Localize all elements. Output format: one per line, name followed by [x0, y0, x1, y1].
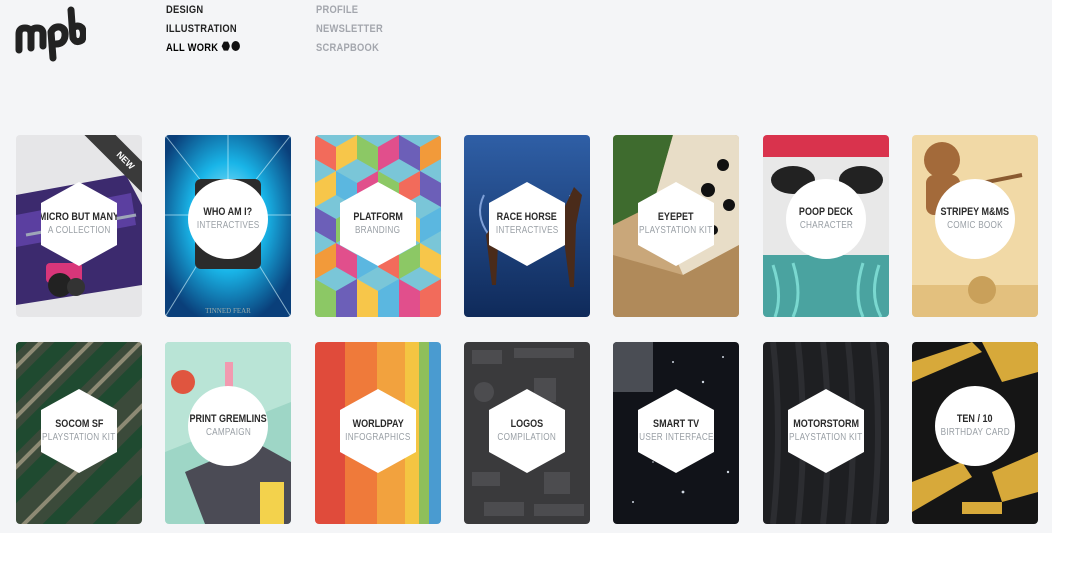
nav-profile[interactable]: PROFILE	[316, 2, 383, 21]
project-title: WHO AM I?	[203, 206, 253, 218]
project-subtitle: CAMPAIGN	[205, 427, 251, 438]
project-subtitle: PLAYSTATION KIT	[789, 432, 863, 443]
secondary-nav: PROFILE NEWSLETTER SCRAPBOOK	[316, 2, 395, 59]
project-card-logos[interactable]: LOGOS COMPILATION	[464, 342, 590, 524]
project-subtitle: INTERACTIVES	[495, 225, 559, 236]
project-badge: WHO AM I? INTERACTIVES	[188, 179, 268, 259]
project-badge: STRIPEY M&MS COMIC BOOK	[935, 179, 1015, 259]
project-title: PLATFORM	[353, 211, 403, 223]
project-card-print-gremlins[interactable]: PRINT GREMLINS CAMPAIGN	[165, 342, 291, 524]
project-subtitle: USER INTERFACE	[638, 432, 714, 443]
project-title: RACE HORSE	[496, 211, 558, 223]
project-subtitle: INFOGRAPHICS	[345, 432, 411, 443]
project-subtitle: PLAYSTATION KIT	[42, 432, 116, 443]
art-caption: TINNED FEAR	[205, 307, 251, 315]
nav-scrapbook[interactable]: SCRAPBOOK	[316, 40, 383, 59]
project-title: MOTORSTORM	[793, 418, 859, 430]
project-badge: POOP DECK CHARACTER	[786, 179, 866, 259]
nav-design[interactable]: DESIGN	[166, 2, 242, 21]
mpb-logo[interactable]: mpb	[14, 6, 86, 62]
nav-illustration[interactable]: ILLUSTRATION	[166, 21, 242, 40]
project-card-motorstorm[interactable]: MOTORSTORM PLAYSTATION KIT	[763, 342, 889, 524]
primary-nav: DESIGN ILLUSTRATION ALL WORK	[166, 2, 255, 59]
nav-all-work[interactable]: ALL WORK	[166, 40, 242, 59]
project-title: TEN / 10	[957, 413, 993, 425]
page-panel: mpb DESIGN ILLUSTRATION ALL WORK PROFILE…	[0, 0, 1052, 533]
project-card-who-am-i[interactable]: TINNED FEAR WHO AM I? INTERACTIVES	[165, 135, 291, 317]
project-title: POOP DECK	[799, 206, 853, 218]
project-card-worldpay[interactable]: WORLDPAY INFOGRAPHICS	[315, 342, 441, 524]
project-title: SOCOM SF	[54, 418, 104, 430]
project-title: SMART TV	[652, 418, 700, 430]
project-title: STRIPEY M&MS	[940, 206, 1010, 218]
project-subtitle: COMPILATION	[497, 432, 557, 443]
project-subtitle: BIRTHDAY CARD	[940, 427, 1010, 438]
project-title: PRINT GREMLINS	[189, 413, 267, 425]
project-subtitle: BRANDING	[355, 225, 401, 236]
project-card-ten-10[interactable]: TEN / 10 BIRTHDAY CARD	[912, 342, 1038, 524]
project-subtitle: CHARACTER	[799, 220, 853, 231]
project-card-socom-sf[interactable]: SOCOM SF PLAYSTATION KIT	[16, 342, 142, 524]
project-card-smart-tv[interactable]: SMART TV USER INTERFACE	[613, 342, 739, 524]
active-indicator-icon	[221, 40, 242, 56]
project-badge: PRINT GREMLINS CAMPAIGN	[188, 386, 268, 466]
project-subtitle: INTERACTIVES	[196, 220, 260, 231]
project-subtitle: A COLLECTION	[47, 225, 111, 236]
nav-all-work-label: ALL WORK	[166, 42, 219, 54]
project-title: EYEPET	[658, 211, 694, 223]
project-card-stripey-mms[interactable]: STRIPEY M&MS COMIC BOOK	[912, 135, 1038, 317]
project-subtitle: PLAYSTATION KIT	[639, 225, 713, 236]
nav-newsletter[interactable]: NEWSLETTER	[316, 21, 383, 40]
project-card-poop-deck[interactable]: POOP DECK CHARACTER	[763, 135, 889, 317]
project-title: WORLDPAY	[352, 418, 404, 430]
project-subtitle: COMIC BOOK	[947, 220, 1003, 231]
project-card-eyepet[interactable]: EYEPET PLAYSTATION KIT	[613, 135, 739, 317]
project-title: MICRO BUT MANY	[38, 211, 120, 223]
project-title: LOGOS	[510, 418, 544, 430]
project-card-platform[interactable]: PLATFORM BRANDING	[315, 135, 441, 317]
project-card-race-horse[interactable]: RACE HORSE INTERACTIVES	[464, 135, 590, 317]
project-badge: TEN / 10 BIRTHDAY CARD	[935, 386, 1015, 466]
project-card-micro-but-many[interactable]: NEW MICRO BUT MANY A COLLECTION	[16, 135, 142, 317]
